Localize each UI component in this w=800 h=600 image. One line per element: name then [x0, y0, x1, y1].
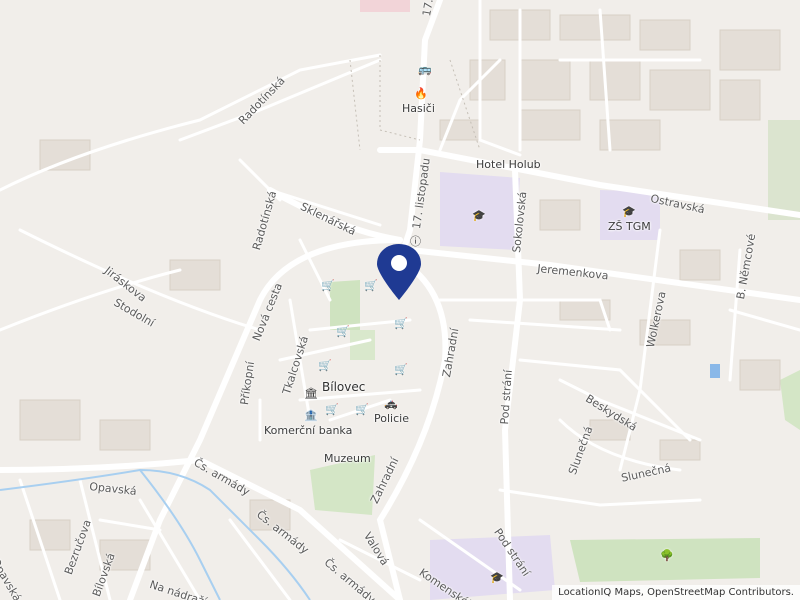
tree-icon: 🌳	[660, 549, 674, 562]
shop-icon: 🛒	[336, 325, 350, 338]
poi-label-policie[interactable]: Policie	[374, 412, 409, 425]
shop-icon: 🛒	[394, 363, 408, 376]
shop-icon: 🛒	[321, 279, 335, 292]
school-icon: 🎓	[622, 205, 636, 218]
city-label-bilovec[interactable]: Bílovec	[322, 380, 365, 394]
location-pin-icon[interactable]	[374, 244, 424, 302]
police-icon: 🚓	[384, 397, 398, 410]
poi-label-hotel-holub[interactable]: Hotel Holub	[476, 158, 541, 171]
pink-area	[360, 0, 410, 12]
bank-icon: 🏦	[304, 409, 318, 422]
school-icon: 🎓	[490, 571, 504, 584]
fire-station-icon: 🔥	[414, 87, 428, 100]
map-view[interactable]: 17. listopadu 17. listopadu Radotínská R…	[0, 0, 800, 600]
pool	[710, 364, 720, 378]
shop-icon: 🛒	[325, 403, 339, 416]
green-field	[768, 120, 800, 220]
town-hall-icon: 🏛	[304, 387, 318, 400]
map-attribution[interactable]: LocationIQ Maps, OpenStreetMap Contribut…	[552, 585, 800, 600]
shop-icon: 🛒	[355, 403, 369, 416]
bus-stop-icon: 🚌	[418, 63, 432, 76]
poi-label-muzeum[interactable]: Muzeum	[324, 452, 371, 465]
poi-label-komercni-banka[interactable]: Komerční banka	[264, 424, 352, 437]
poi-label-hasici[interactable]: Hasiči	[402, 102, 435, 115]
school-icon: 🎓	[472, 209, 486, 222]
poi-label-zs-tgm[interactable]: ZŠ TGM	[608, 220, 651, 233]
shop-icon: 🛒	[318, 359, 332, 372]
shop-icon: 🛒	[394, 317, 408, 330]
